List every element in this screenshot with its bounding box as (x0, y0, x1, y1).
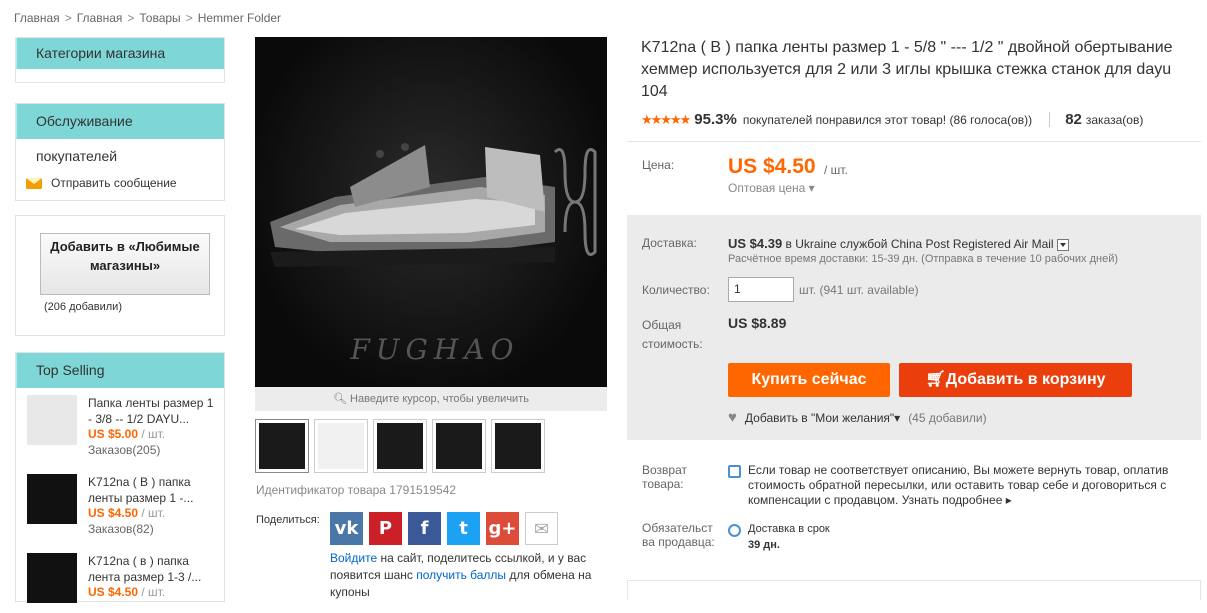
share-label: Поделиться: (256, 514, 320, 526)
thumbnail-2[interactable] (314, 419, 368, 473)
add-to-favorite-stores-button[interactable]: Добавить в «Любимые магазины» (40, 233, 210, 295)
email-icon[interactable]: ✉ (525, 512, 558, 545)
top-selling-title: Top Selling (16, 353, 224, 388)
thumbnail-4[interactable] (432, 419, 486, 473)
mail-icon (26, 177, 42, 189)
total-value: US $8.89 (728, 315, 787, 331)
star-rating-icon[interactable]: ★★★★★ (641, 112, 691, 128)
wishlist-count: (45 добавили) (908, 410, 987, 425)
price-value: US $4.50 (728, 155, 816, 178)
rating-percent: 95.3% (694, 111, 737, 128)
product-thumbnail[interactable] (27, 553, 77, 603)
top-selling-item-title[interactable]: Папка ленты размер 1 - 3/8 -- 1/2 DAYU..… (88, 395, 216, 427)
on-time-delivery-title: Доставка в срок (748, 523, 830, 535)
learn-more-link[interactable]: Узнать подробнее ▸ (902, 493, 1012, 507)
top-selling-item-price: US $4.50 / шт. (88, 506, 166, 520)
delivery-time: Расчётное время доставки: 15-39 дн. (Отп… (728, 253, 1119, 265)
heart-icon[interactable]: ♥ (728, 409, 737, 426)
total-label: Общая стоимость: (642, 318, 703, 351)
breadcrumb-separator: > (185, 11, 193, 25)
login-link[interactable]: Войдите (330, 551, 377, 565)
customer-service-title: Обслуживание покупателей (16, 104, 224, 164)
quantity-available: шт. (941 шт. available) (799, 283, 919, 297)
breadcrumb-separator: > (127, 11, 135, 25)
breadcrumb-home-1[interactable]: Главная (14, 11, 60, 25)
thumbnail-1[interactable] (255, 419, 309, 473)
share-text: Войдите на сайт, поделитесь ссылкой, и у… (330, 551, 592, 599)
breadcrumb: Главная > Главная > Товары > Hemmer Folder (14, 11, 281, 25)
add-to-cart-button[interactable]: 🛒︎Добавить в корзину (899, 363, 1132, 397)
chevron-down-icon: ▾ (808, 181, 815, 195)
shipping-info: US $4.39 в Ukraine службой China Post Re… (728, 236, 1069, 251)
magnifier-icon: 🔍︎ (333, 393, 351, 405)
on-time-delivery-days: 39 дн. (748, 539, 780, 551)
breadcrumb-home-2[interactable]: Главная (77, 11, 123, 25)
shipping-label: Доставка: (642, 236, 697, 250)
top-selling-item-orders: Заказов(205) (88, 443, 161, 457)
seller-guarantee-label: Обязательст ва продавца: (642, 521, 715, 549)
thumbnail-3[interactable] (373, 419, 427, 473)
breadcrumb-current: Hemmer Folder (197, 11, 282, 25)
rating-row: ★★★★★ 95.3% покупателей понравился этот … (641, 111, 1143, 128)
pinterest-icon[interactable]: P (369, 512, 402, 545)
top-selling-item-title[interactable]: K712na ( в ) папка лента размер 1-3 /... (88, 553, 216, 585)
top-selling-item-price: US $5.00 / шт. (88, 427, 166, 441)
vk-icon[interactable]: vk (330, 512, 363, 545)
product-title: K712na ( B ) папка ленты размер 1 - 5/8 … (641, 39, 1173, 100)
hemmer-folder-image: FUGHAO (270, 143, 597, 366)
clock-icon (728, 524, 741, 537)
quantity-input[interactable]: 1 (728, 277, 794, 302)
send-message-label: Отправить сообщение (51, 176, 177, 190)
cart-icon: 🛒︎ (925, 371, 946, 388)
divider (1049, 112, 1051, 127)
top-selling-item-title[interactable]: K712na ( B ) папка ленты размер 1 -... (88, 474, 216, 506)
breadcrumb-separator: > (64, 11, 72, 25)
top-selling-item-price: US $4.50 / шт. (88, 585, 166, 599)
thumbnail-5[interactable] (491, 419, 545, 473)
breadcrumb-products[interactable]: Товары (139, 11, 180, 25)
top-selling-box: Top Selling Папка ленты размер 1 - 3/8 -… (15, 352, 225, 603)
customer-service-box: Обслуживание покупателей Отправить сообщ… (15, 103, 225, 201)
facebook-icon[interactable]: f (408, 512, 441, 545)
main-product-image[interactable]: FUGHAO (255, 37, 607, 387)
caret-right-icon: ▸ (1005, 493, 1012, 507)
shipping-dropdown-icon[interactable] (1056, 238, 1069, 251)
top-selling-item[interactable]: K712na ( в ) папка лента размер 1-3 /...… (27, 553, 217, 613)
zoom-hint-text: Наведите курсор, чтобы увеличить (350, 393, 529, 405)
favorite-count: (206 добавили) (44, 301, 122, 313)
zoom-hint: 🔍︎ Наведите курсор, чтобы увеличить (255, 387, 607, 411)
chevron-down-icon[interactable]: ▾ (894, 411, 900, 425)
return-policy-text: Если товар не соответствует описанию, Вы… (748, 463, 1169, 507)
get-points-link[interactable]: получить баллы (416, 568, 506, 582)
add-to-wishlist-link[interactable]: Добавить в "Мои желания" (745, 411, 894, 425)
send-message-link[interactable]: Отправить сообщение (26, 176, 177, 190)
buy-now-button[interactable]: Купить сейчас (728, 363, 890, 397)
favorite-store-box: Добавить в «Любимые магазины» (206 добав… (15, 215, 225, 336)
top-selling-item[interactable]: Папка ленты размер 1 - 3/8 -- 1/2 DAYU..… (27, 395, 217, 457)
product-thumbnail[interactable] (27, 474, 77, 524)
store-categories-title[interactable]: Категории магазина (16, 38, 224, 69)
item-id: Идентификатор товара 1791519542 (256, 483, 457, 497)
twitter-icon[interactable]: t (447, 512, 480, 545)
divider (627, 141, 1201, 142)
thumbnail-strip (255, 419, 545, 473)
return-label: Возврат товара: (642, 463, 687, 491)
return-policy-icon (728, 465, 741, 478)
quantity-label: Количество: (642, 283, 710, 297)
top-selling-item-orders: Заказов(82) (88, 522, 154, 536)
rating-text[interactable]: покупателей понравился этот товар! (86 г… (743, 113, 1032, 127)
wishlist-row: ♥ Добавить в "Мои желания" ▾ (45 добавили) (728, 409, 987, 426)
product-thumbnail[interactable] (27, 395, 77, 445)
google-plus-icon[interactable]: g+ (486, 512, 519, 545)
shipping-method[interactable]: Ukraine службой China Post Registered Ai… (795, 237, 1053, 251)
price-label: Цена: (642, 158, 675, 172)
price-unit: / шт. (824, 163, 848, 177)
bottom-panel (627, 580, 1201, 600)
wholesale-price-toggle[interactable]: Оптовая цена ▾ (728, 181, 815, 195)
share-icons: vk P f t g+ ✉ (330, 512, 558, 545)
orders-count: 82 заказа(ов) (1065, 111, 1144, 128)
brand-watermark: FUGHAO (350, 333, 520, 366)
store-categories-box: Категории магазина (15, 37, 225, 83)
top-selling-item[interactable]: K712na ( B ) папка ленты размер 1 -... U… (27, 474, 217, 536)
